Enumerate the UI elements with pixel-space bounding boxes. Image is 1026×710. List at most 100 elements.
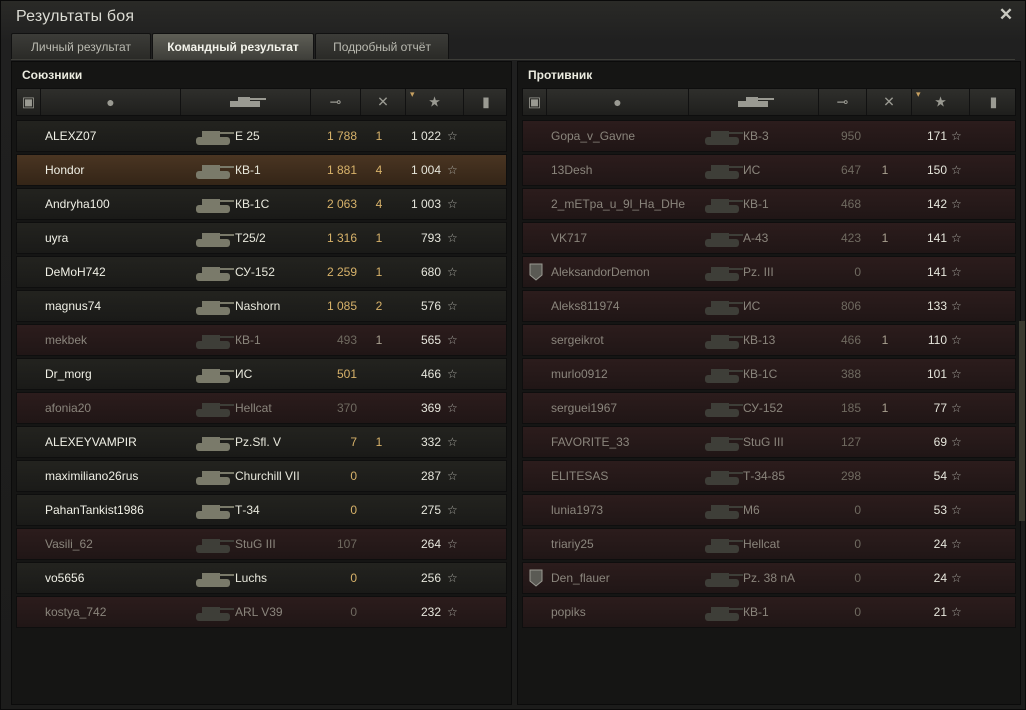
star-icon: ☆ [951,299,962,313]
star-icon: ☆ [951,401,962,415]
damage-value: 1 881 [326,163,357,177]
tank-icon [705,539,743,553]
table-row[interactable]: murlo0912 КВ-1С 388 101 ☆ [522,358,1016,390]
enemies-header: ▣ ● ⊸ ✕ ▾ ★ ▮ [522,88,1016,116]
table-row[interactable]: lunia1973 M6 0 53 ☆ [522,494,1016,526]
star-icon: ☆ [447,333,458,347]
tank-icon [196,233,234,247]
table-row[interactable]: ALEXZ07 E 25 1 788 1 1 022 ☆ [16,120,507,152]
star-icon: ☆ [951,265,962,279]
table-row[interactable]: FAVORITE_33 StuG III 127 69 ☆ [522,426,1016,458]
sort-damage-header[interactable]: ⊸ [819,89,867,115]
sort-frags-header[interactable]: ✕ [867,89,912,115]
table-row[interactable]: 13Desh ИС 647 1 150 ☆ [522,154,1016,186]
xp-value: 150 [926,163,947,177]
tank-icon [705,335,743,349]
table-row[interactable]: uyra T25/2 1 316 1 793 ☆ [16,222,507,254]
window-title: Результаты боя [16,8,135,25]
medal-icon: ▮ [989,93,998,110]
tab-team[interactable]: Командный результат [152,33,314,59]
damage-value: 806 [840,299,861,313]
table-row[interactable]: mekbek КВ-1 493 1 565 ☆ [16,324,507,356]
xp-star-icon: ★ [428,93,441,110]
table-row[interactable]: sergeikrot КВ-13 466 1 110 ☆ [522,324,1016,356]
tank-icon [737,97,774,107]
sort-player-header[interactable]: ● [547,89,689,115]
player-name: uyra [45,231,69,245]
sort-xp-header[interactable]: ▾ ★ [912,89,970,115]
xp-star-icon: ★ [934,93,947,110]
frags-value [875,359,895,389]
table-row[interactable]: Dr_morg ИС 501 466 ☆ [16,358,507,390]
xp-value: 793 [420,231,441,245]
frags-value [875,597,895,627]
star-icon: ☆ [447,197,458,211]
table-row[interactable]: afonia20 Hellcat 370 369 ☆ [16,392,507,424]
damage-value: 127 [840,435,861,449]
table-row[interactable]: ELITESAS Т-34-85 298 54 ☆ [522,460,1016,492]
player-name: kostya_742 [45,605,107,619]
table-row[interactable]: AleksandorDemon Pz. III 0 141 ☆ [522,256,1016,288]
xp-value: 77 [933,401,947,415]
player-name: Den_flauer [551,571,610,585]
tab-detailed[interactable]: Подробный отчёт [315,33,449,59]
tank-icon [705,165,743,179]
sort-player-header[interactable]: ● [41,89,181,115]
sort-tank-header[interactable] [689,89,819,115]
player-name: maximiliano26rus [45,469,139,483]
frags-value: 1 [375,129,383,143]
table-row[interactable]: vo5656 Luchs 0 256 ☆ [16,562,507,594]
table-row[interactable]: Hondor КВ-1 1 881 4 1 004 ☆ [16,154,507,186]
sort-damage-header[interactable]: ⊸ [311,89,361,115]
table-row[interactable]: Gopa_v_Gavne КВ-3 950 171 ☆ [522,120,1016,152]
table-row[interactable]: maximiliano26rus Churchill VII 0 287 ☆ [16,460,507,492]
sort-desc-icon: ▾ [916,89,921,99]
damage-value: 370 [336,401,357,415]
damage-value: 466 [840,333,861,347]
damage-value: 2 259 [326,265,357,279]
xp-value: 680 [420,265,441,279]
frags-value [875,563,895,593]
table-row[interactable]: PahanTankist1986 Т-34 0 275 ☆ [16,494,507,526]
close-icon[interactable]: ✕ [997,6,1015,24]
table-row[interactable]: Aleks811974 ИС 806 133 ☆ [522,290,1016,322]
star-icon: ☆ [447,503,458,517]
xp-value: 142 [926,197,947,211]
player-name: ALEXEYVAMPIR [45,435,137,449]
sort-frags-header[interactable]: ✕ [361,89,406,115]
table-row[interactable]: DeMoH742 СУ-152 2 259 1 680 ☆ [16,256,507,288]
table-row[interactable]: magnus74 Nashorn 1 085 2 576 ☆ [16,290,507,322]
xp-value: 1 003 [410,197,441,211]
enemies-title: Противник [528,68,593,82]
table-row[interactable]: Andryha100 КВ-1С 2 063 4 1 003 ☆ [16,188,507,220]
table-row[interactable]: 2_mETpa_u_9l_Ha_DHe КВ-1 468 142 ☆ [522,188,1016,220]
sort-tank-header[interactable] [181,89,311,115]
player-name: 2_mETpa_u_9l_Ha_DHe [551,197,686,211]
table-row[interactable]: VK717 А-43 423 1 141 ☆ [522,222,1016,254]
tab-personal[interactable]: Личный результат [11,33,151,59]
table-row[interactable]: popiks КВ-1 0 21 ☆ [522,596,1016,628]
player-name: sergeikrot [551,333,604,347]
title-bar: Результаты боя ✕ [1,1,1025,33]
xp-value: 133 [926,299,947,313]
star-icon: ☆ [951,197,962,211]
sort-medal-header[interactable]: ▮ [464,89,508,115]
star-icon: ☆ [951,571,962,585]
player-name: VK717 [551,231,588,245]
sort-rank-header[interactable]: ▣ [17,89,41,115]
sort-xp-header[interactable]: ▾ ★ [406,89,464,115]
table-row[interactable]: kostya_742 ARL V39 0 232 ☆ [16,596,507,628]
enemies-panel: Противник ▣ ● ⊸ ✕ ▾ ★ ▮ Gopa_v_Gavne КВ-3… [517,61,1021,705]
tank-icon [705,573,743,587]
sort-rank-header[interactable]: ▣ [523,89,547,115]
table-row[interactable]: serguei1967 СУ-152 185 1 77 ☆ [522,392,1016,424]
enemies-list: Gopa_v_Gavne КВ-3 950 171 ☆ 13Desh ИС 647 1 150 ☆ 2… [522,120,1016,630]
table-row[interactable]: ALEXEYVAMPIR Pz.Sfl. V 7 1 332 ☆ [16,426,507,458]
sort-medal-header[interactable]: ▮ [970,89,1017,115]
damage-value: 0 [854,537,861,551]
player-name: murlo0912 [551,367,608,381]
table-row[interactable]: triariy25 Hellcat 0 24 ☆ [522,528,1016,560]
table-row[interactable]: Den_flauer Pz. 38 nA 0 24 ☆ [522,562,1016,594]
table-row[interactable]: Vasili_62 StuG III 107 264 ☆ [16,528,507,560]
xp-value: 110 [927,333,947,347]
